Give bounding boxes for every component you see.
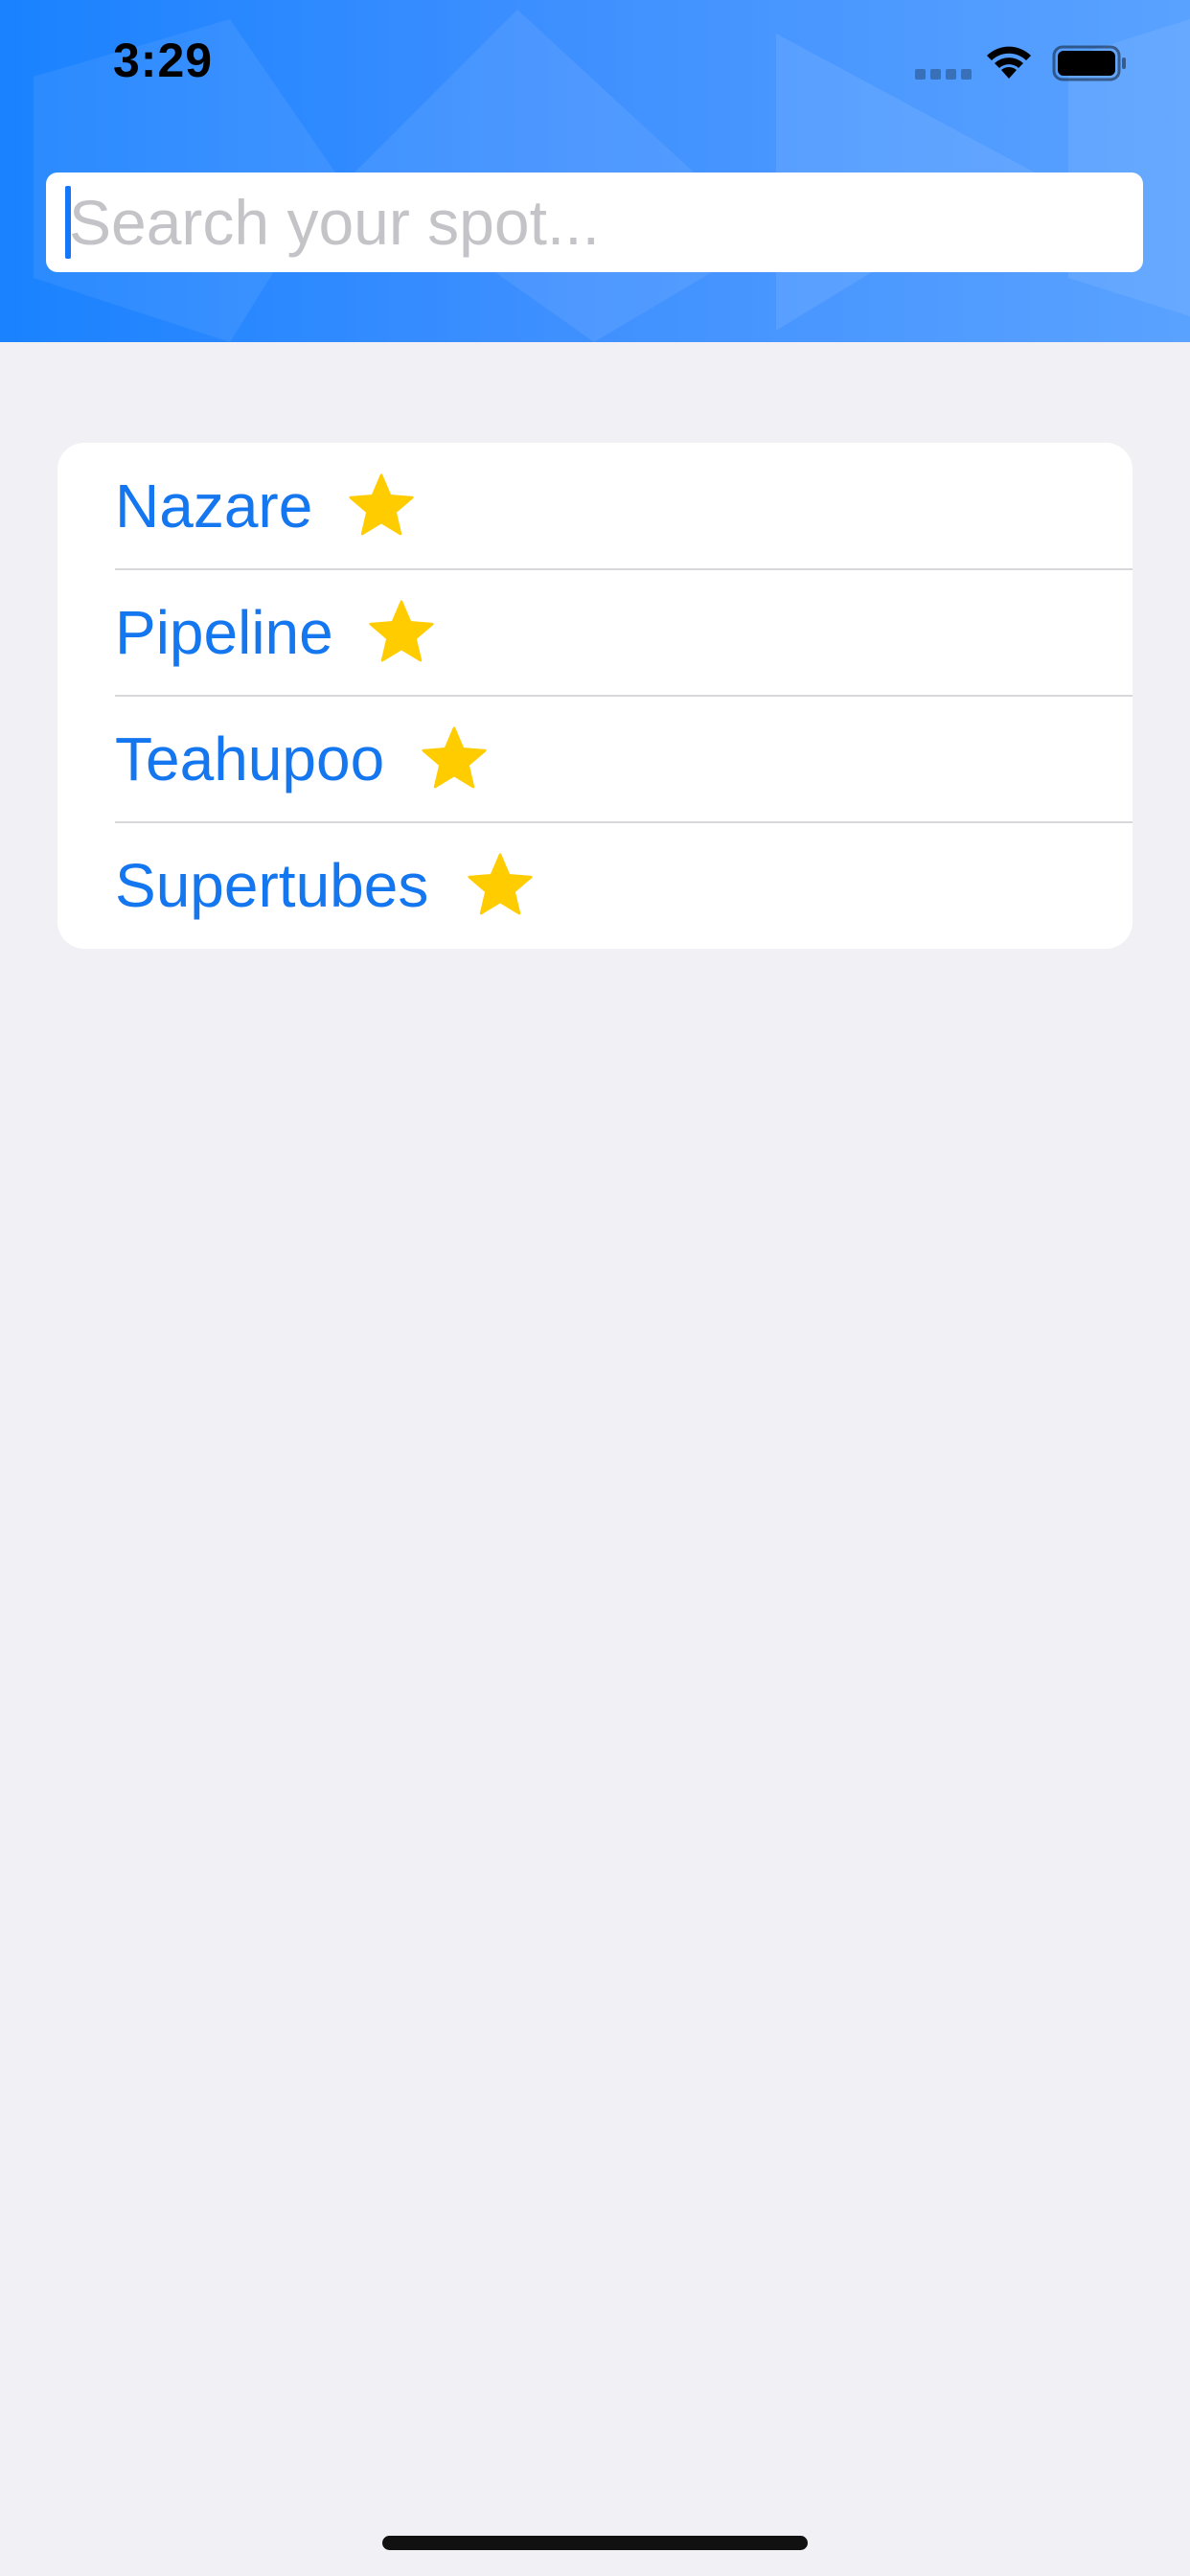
- home-indicator[interactable]: [382, 2536, 808, 2550]
- spot-name: Pipeline: [115, 598, 333, 667]
- spot-name: Supertubes: [115, 851, 429, 920]
- battery-icon: [1052, 45, 1126, 81]
- wifi-icon: [987, 46, 1031, 79]
- list-item-nazare[interactable]: Nazare: [57, 443, 1133, 569]
- star-icon: [422, 726, 487, 789]
- text-cursor: [65, 186, 71, 259]
- list-item-teahupoo[interactable]: Teahupoo: [57, 696, 1133, 822]
- cellular-signal-icon: [915, 69, 972, 80]
- star-icon: [468, 853, 533, 915]
- search-input[interactable]: [65, 172, 1119, 272]
- list-item-supertubes[interactable]: Supertubes: [57, 822, 1133, 949]
- header-banner: 3:29: [0, 0, 1190, 342]
- spot-name: Teahupoo: [115, 724, 385, 794]
- star-icon: [349, 473, 414, 536]
- spot-name: Nazare: [115, 472, 313, 540]
- spot-list: Nazare Pipeline Teahupoo Supertubes: [57, 443, 1133, 949]
- list-item-pipeline[interactable]: Pipeline: [57, 569, 1133, 696]
- star-icon: [369, 600, 434, 662]
- search-bar[interactable]: [46, 172, 1143, 272]
- status-bar-time: 3:29: [113, 34, 214, 87]
